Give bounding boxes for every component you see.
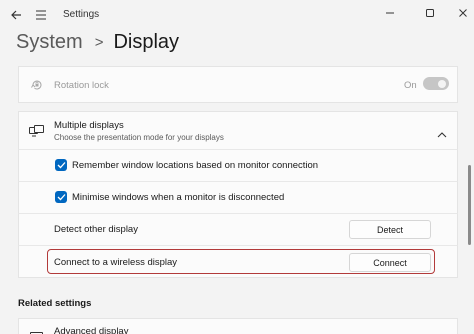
- back-arrow-icon[interactable]: [5, 4, 27, 26]
- breadcrumb: System > Display: [16, 27, 179, 57]
- remember-window-locations-row[interactable]: Remember window locations based on monit…: [18, 150, 458, 182]
- minimise-windows-label: Minimise windows when a monitor is disco…: [72, 192, 285, 203]
- remember-window-locations-label: Remember window locations based on monit…: [72, 160, 319, 171]
- remember-window-locations-checkbox[interactable]: [55, 159, 67, 171]
- multiple-displays-header[interactable]: Multiple displays Choose the presentatio…: [18, 111, 458, 150]
- app-title: Settings: [63, 9, 100, 20]
- breadcrumb-system[interactable]: System: [16, 31, 83, 54]
- multiple-displays-subtitle: Choose the presentation mode for your di…: [54, 133, 224, 142]
- multiple-displays-icon: [29, 124, 44, 142]
- multiple-displays-title: Multiple displays: [54, 120, 124, 131]
- close-icon[interactable]: [452, 3, 474, 23]
- rotation-lock-toggle[interactable]: [423, 77, 449, 90]
- toggle-knob: [438, 80, 446, 88]
- page-title: Display: [113, 30, 180, 53]
- highlight-box: [47, 249, 435, 274]
- advanced-display-label: Advanced display: [54, 326, 129, 334]
- rotation-lock-icon: [30, 78, 44, 97]
- chevron-right-icon: >: [94, 33, 104, 51]
- rotation-lock-state: On: [404, 80, 417, 91]
- title-bar: Settings: [0, 0, 474, 30]
- advanced-display-row[interactable]: Advanced display: [18, 318, 458, 334]
- monitor-icon: [30, 329, 43, 334]
- scrollbar[interactable]: [468, 165, 471, 245]
- rotation-lock-row: Rotation lock On: [18, 66, 458, 103]
- maximize-icon[interactable]: [419, 3, 441, 23]
- detect-button[interactable]: Detect: [349, 220, 431, 239]
- detect-display-label: Detect other display: [54, 224, 138, 235]
- minimize-icon[interactable]: [379, 3, 401, 23]
- related-settings-header: Related settings: [18, 298, 92, 309]
- hamburger-menu-icon[interactable]: [30, 4, 52, 26]
- detect-display-row: Detect other display Detect: [18, 214, 458, 246]
- minimise-windows-checkbox[interactable]: [55, 191, 67, 203]
- chevron-up-icon[interactable]: [437, 126, 447, 144]
- rotation-lock-label: Rotation lock: [54, 80, 109, 91]
- minimise-windows-row[interactable]: Minimise windows when a monitor is disco…: [18, 182, 458, 214]
